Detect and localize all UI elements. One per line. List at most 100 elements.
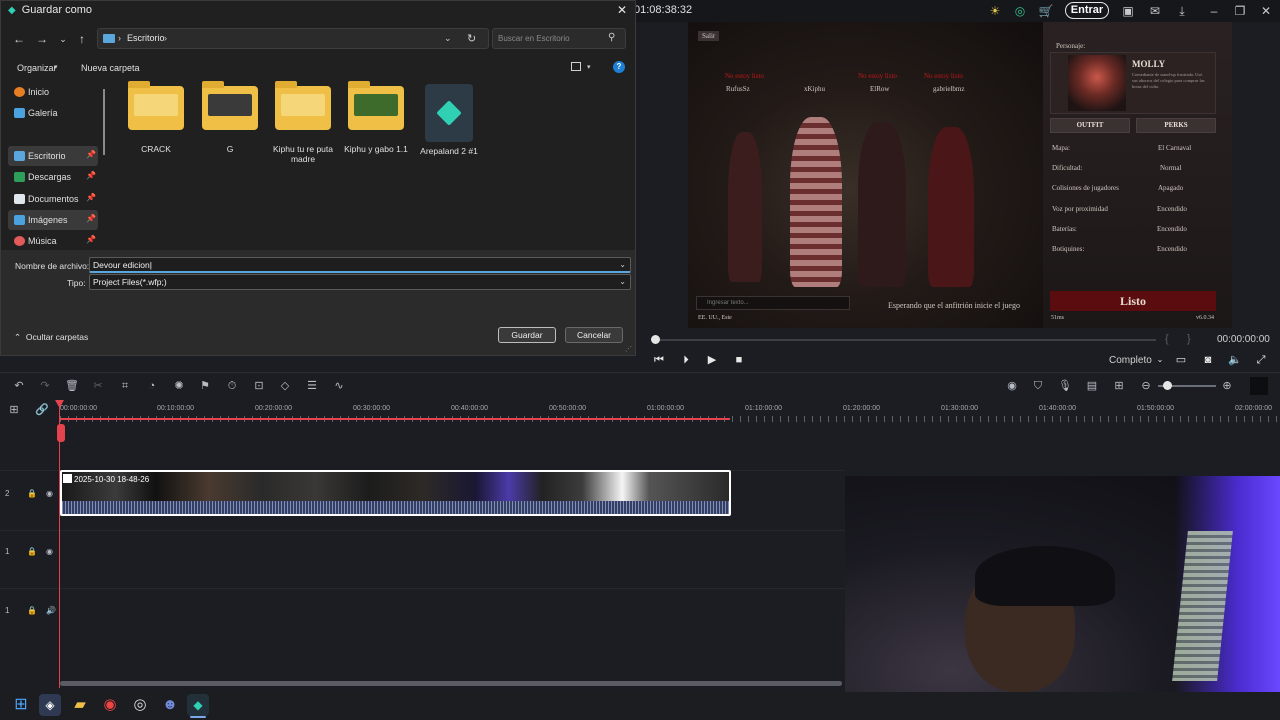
sun-icon[interactable]: ☀ bbox=[986, 2, 1004, 20]
playhead-handle[interactable] bbox=[57, 424, 65, 442]
fit-icon[interactable]: ⊡ bbox=[251, 378, 267, 394]
chevron-down-icon[interactable]: ⌄ bbox=[444, 33, 452, 44]
new-folder-button[interactable]: Nueva carpeta bbox=[81, 63, 140, 73]
organize-menu[interactable]: Organizar bbox=[17, 63, 57, 73]
zoom-in-icon[interactable]: ⊕ bbox=[1219, 378, 1235, 394]
chevron-down-icon[interactable]: ▾ bbox=[587, 63, 591, 71]
obs-icon[interactable]: ◎ bbox=[129, 694, 151, 716]
play-frame-icon[interactable]: ⏵ bbox=[678, 352, 694, 368]
stop-icon[interactable]: ■ bbox=[731, 352, 747, 368]
video-clip[interactable] bbox=[60, 470, 731, 516]
chevron-down-icon[interactable]: ⌄ bbox=[619, 258, 626, 272]
download-icon[interactable]: ⤓ bbox=[1173, 2, 1191, 20]
marker-icon[interactable]: ⚑ bbox=[197, 378, 213, 394]
close-icon[interactable]: ✕ bbox=[617, 3, 627, 17]
timer-icon[interactable]: ⏱ bbox=[224, 378, 240, 394]
windows-start-icon[interactable]: ⊞ bbox=[10, 694, 32, 716]
subtitle-icon[interactable]: ▤ bbox=[1084, 378, 1100, 394]
maximize-icon[interactable]: ❐ bbox=[1231, 2, 1249, 20]
sidebar-item-pictures[interactable]: Imágenes 📌 bbox=[8, 210, 98, 230]
file-type-select[interactable]: Project Files(*.wfp;) ⌄ bbox=[89, 274, 631, 290]
add-track-icon[interactable]: ⊞ bbox=[6, 402, 22, 418]
zoom-out-icon[interactable]: ⊖ bbox=[1138, 378, 1154, 394]
search-icon[interactable]: ⚲ bbox=[608, 32, 615, 43]
forward-icon[interactable]: → bbox=[34, 31, 50, 47]
lock-icon[interactable]: 🔒 bbox=[27, 547, 37, 556]
chevron-down-icon[interactable]: ⌄ bbox=[619, 275, 626, 289]
mark-in-icon[interactable]: { bbox=[1165, 333, 1169, 345]
audio-wave-icon[interactable]: ∿ bbox=[331, 378, 347, 394]
eye-icon[interactable]: ◉ bbox=[46, 489, 53, 498]
speaker-icon[interactable]: 🔊 bbox=[46, 606, 56, 615]
discord-icon[interactable]: ☻ bbox=[159, 694, 181, 716]
play-icon[interactable]: ▶ bbox=[704, 352, 720, 368]
link-icon[interactable]: 🔗 bbox=[34, 402, 50, 418]
file-item[interactable]: Arepaland 2 #1 bbox=[414, 84, 484, 156]
fullscreen-icon[interactable]: ⤢ bbox=[1253, 352, 1269, 368]
refresh-icon[interactable]: ↻ bbox=[467, 32, 476, 45]
save-icon[interactable]: ▣ bbox=[1119, 2, 1137, 20]
lock-icon[interactable]: 🔒 bbox=[27, 606, 37, 615]
microphone-icon[interactable]: 🎙 bbox=[1057, 378, 1073, 394]
zoom-slider-knob[interactable] bbox=[1163, 381, 1172, 390]
cart-icon[interactable]: 🛒 bbox=[1037, 2, 1055, 20]
filmora-icon[interactable]: ◆ bbox=[187, 694, 209, 716]
file-item[interactable]: CRACK bbox=[121, 81, 191, 154]
sidebar-item-downloads[interactable]: Descargas 📌 bbox=[8, 167, 98, 187]
sidebar-scrollbar[interactable] bbox=[103, 89, 105, 155]
sidebar-item-gallery[interactable]: Galería bbox=[8, 103, 98, 123]
adjust-icon[interactable]: ☰ bbox=[304, 378, 320, 394]
snapshot-icon[interactable]: ◙ bbox=[1200, 352, 1216, 368]
mail-icon[interactable]: ✉ bbox=[1146, 2, 1164, 20]
file-item[interactable]: G bbox=[195, 81, 265, 154]
playback-progress-track[interactable] bbox=[654, 339, 1156, 341]
quality-select[interactable]: Completo bbox=[1109, 355, 1152, 366]
login-button[interactable]: Entrar bbox=[1065, 2, 1109, 19]
cancel-button[interactable]: Cancelar bbox=[565, 327, 623, 343]
shield-icon[interactable]: ⛉ bbox=[1030, 378, 1046, 394]
sidebar-item-home[interactable]: Inicio bbox=[8, 82, 98, 102]
sidebar-item-music[interactable]: Música 📌 bbox=[8, 231, 98, 251]
eye-icon[interactable]: ◉ bbox=[46, 547, 53, 556]
volume-icon[interactable]: 🔈 bbox=[1227, 352, 1243, 368]
view-options-icon[interactable] bbox=[571, 62, 581, 71]
mark-out-icon[interactable]: } bbox=[1187, 333, 1191, 345]
up-icon[interactable]: ↑ bbox=[74, 31, 90, 47]
sidebar-item-documents[interactable]: Documentos 📌 bbox=[8, 189, 98, 209]
lock-icon[interactable]: 🔒 bbox=[27, 489, 37, 498]
headset-icon[interactable]: ◎ bbox=[1011, 2, 1029, 20]
filename-input[interactable]: Devour edicion| ⌄ bbox=[89, 257, 631, 273]
save-button[interactable]: Guardar bbox=[498, 327, 556, 343]
path-segment[interactable]: Escritorio bbox=[127, 33, 165, 43]
chevron-right-icon[interactable]: › bbox=[164, 33, 167, 43]
playback-scrubber[interactable] bbox=[651, 335, 660, 344]
chevron-down-icon[interactable]: ⌄ bbox=[55, 31, 71, 47]
panel-toggle-icon[interactable] bbox=[1250, 377, 1268, 395]
scissors-icon[interactable]: ✂ bbox=[90, 378, 106, 394]
delete-icon[interactable]: 🗑 bbox=[64, 378, 80, 394]
sidebar-item-desktop[interactable]: Escritorio 📌 bbox=[8, 146, 98, 166]
minimize-icon[interactable]: – bbox=[1205, 2, 1223, 20]
previous-frame-icon[interactable]: ⏮ bbox=[651, 352, 667, 368]
render-icon[interactable]: ◉ bbox=[1004, 378, 1020, 394]
playhead[interactable] bbox=[59, 400, 60, 688]
chevron-down-icon[interactable]: ▾ bbox=[54, 63, 58, 71]
close-window-icon[interactable]: ✕ bbox=[1257, 2, 1275, 20]
layout-icon[interactable]: ⊞ bbox=[1111, 378, 1127, 394]
crop-icon[interactable]: ⌗ bbox=[117, 378, 133, 394]
hide-folders-toggle[interactable]: ⌃ Ocultar carpetas bbox=[14, 332, 88, 343]
help-icon[interactable]: ? bbox=[613, 61, 625, 73]
chrome-icon[interactable]: ◉ bbox=[99, 694, 121, 716]
monitor-icon[interactable]: ▭ bbox=[1173, 352, 1189, 368]
app-icon[interactable]: ◈ bbox=[39, 694, 61, 716]
timeline-scrollbar[interactable] bbox=[60, 681, 842, 686]
resize-grip-icon[interactable]: ⋰ bbox=[625, 345, 632, 353]
undo-icon[interactable]: ↶ bbox=[11, 378, 27, 394]
redo-icon[interactable]: ↷ bbox=[37, 378, 53, 394]
color-icon[interactable]: ✺ bbox=[171, 378, 187, 394]
file-explorer-icon[interactable]: ▰ bbox=[69, 694, 91, 716]
keyframe-icon[interactable]: ◇ bbox=[277, 378, 293, 394]
file-item[interactable]: Kiphu tu re puta madre bbox=[268, 81, 338, 164]
file-item[interactable]: Kiphu y gabo 1.1 bbox=[341, 81, 411, 154]
back-icon[interactable]: ← bbox=[11, 31, 27, 47]
